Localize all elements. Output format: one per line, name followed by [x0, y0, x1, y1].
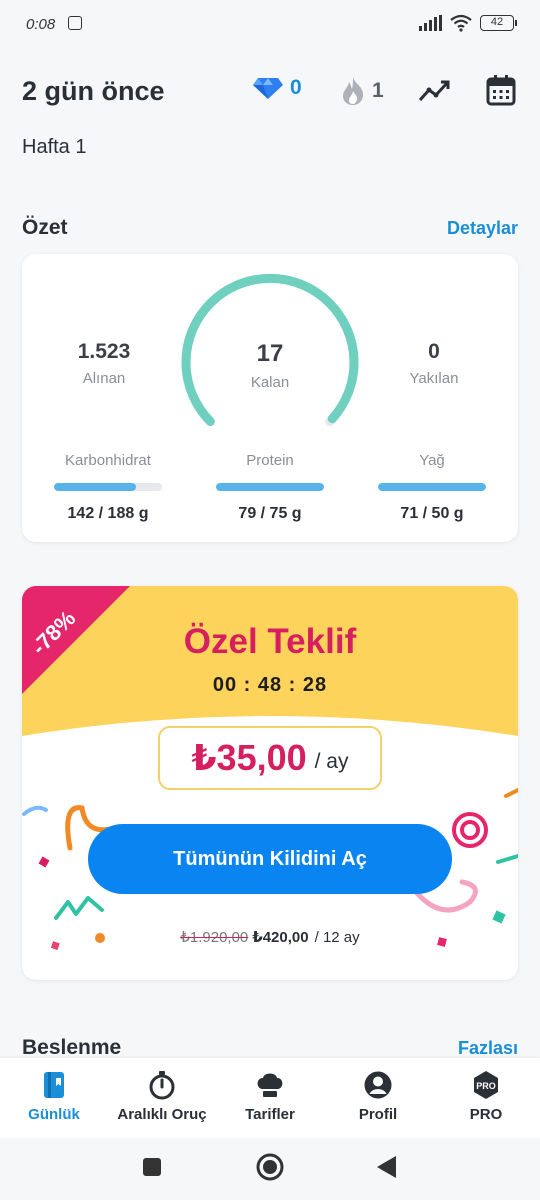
macro-label: Karbonhidrat: [65, 452, 151, 469]
status-time: 0:08: [26, 16, 56, 33]
flame-icon: [343, 77, 364, 105]
burned-value: 0: [428, 340, 440, 363]
macro-bar: [216, 483, 324, 491]
tab-recipes[interactable]: Tarifler: [216, 1070, 324, 1123]
stopwatch-icon: [149, 1071, 175, 1100]
svg-text:PRO: PRO: [476, 1081, 496, 1091]
yearly-period: / 12 ay: [314, 929, 360, 946]
bottom-tab-bar: Günlük Aralıklı Oruç Tarifler Profil PRO…: [0, 1058, 540, 1138]
eaten-stat: 1.523 Alınan: [44, 340, 164, 387]
macro-label: Protein: [246, 452, 294, 469]
macro-value: 79 / 75 g: [238, 505, 302, 522]
page-title: 2 gün önce: [22, 76, 165, 106]
status-icons: 42: [419, 14, 517, 32]
streak-counter[interactable]: 1: [340, 76, 384, 106]
recents-button[interactable]: [142, 1157, 162, 1177]
eaten-value: 1.523: [77, 340, 131, 363]
journal-icon: [44, 1072, 64, 1098]
notification-icon: [68, 16, 82, 30]
tab-label: Profil: [358, 1106, 398, 1123]
burned-stat: 0 Yakılan: [374, 340, 494, 387]
macro-protein: Protein 79 / 75 g: [216, 452, 324, 523]
gems-count: 0: [290, 76, 302, 99]
macro-bar-fill: [216, 483, 324, 491]
macro-carbs: Karbonhidrat 142 / 188 g: [54, 452, 162, 523]
tab-fasting[interactable]: Aralıklı Oruç: [108, 1070, 216, 1123]
price-period: / ay: [314, 750, 349, 773]
tab-pro[interactable]: PRO PRO: [432, 1070, 540, 1123]
more-link[interactable]: Fazlası: [458, 1038, 518, 1059]
macro-bar: [54, 483, 162, 491]
tab-label: Tarifler: [245, 1106, 295, 1123]
battery-icon: 42: [480, 15, 517, 31]
summary-card[interactable]: 1.523 Alınan 17 Kalan 0 Yakılan Karbonhi…: [22, 254, 518, 542]
back-button[interactable]: [376, 1155, 398, 1179]
burned-label: Yakılan: [409, 370, 459, 387]
tab-label: Aralıklı Oruç: [117, 1106, 207, 1123]
tab-label: Günlük: [28, 1106, 80, 1123]
calendar-icon[interactable]: [486, 74, 516, 106]
macro-value: 142 / 188 g: [67, 505, 149, 522]
trend-chart-icon[interactable]: [418, 78, 452, 104]
wifi-icon: [450, 14, 472, 32]
macro-value: 71 / 50 g: [400, 505, 464, 522]
tab-label: PRO: [469, 1106, 503, 1123]
offer-timer: 00 : 48 : 28: [212, 674, 328, 696]
remaining-label: Kalan: [250, 374, 290, 391]
macro-label: Yağ: [419, 452, 445, 469]
header: 2 gün önce 0 1: [22, 70, 518, 114]
diamond-icon: [253, 78, 283, 99]
remaining-stat: 17 Kalan: [210, 340, 330, 391]
streak-count: 1: [372, 79, 384, 102]
gems-counter[interactable]: 0: [252, 76, 302, 100]
monthly-price: ₺35,00: [191, 737, 307, 778]
signal-icon: [419, 15, 442, 31]
details-link[interactable]: Detaylar: [447, 218, 518, 239]
new-yearly-price: ₺420,00: [252, 929, 309, 946]
chef-hat-icon: [257, 1073, 283, 1097]
unlock-all-button[interactable]: Tümünün Kilidini Aç: [88, 824, 452, 894]
remaining-value: 17: [256, 340, 284, 367]
macro-bar-fill: [54, 483, 137, 491]
nutrition-title: Beslenme: [22, 1036, 122, 1059]
old-yearly-price: ₺1.920,00: [180, 929, 249, 946]
macro-fat: Yağ 71 / 50 g: [378, 452, 486, 523]
macro-bar-fill: [378, 483, 486, 491]
system-nav-bar: [0, 1138, 540, 1200]
special-offer-card: -78% Özel Teklif 00 : 48 : 28 ₺35,00 / a…: [22, 586, 518, 980]
eaten-label: Alınan: [82, 370, 126, 387]
week-label: Hafta 1: [22, 136, 87, 158]
summary-title: Özet: [22, 216, 68, 239]
home-button[interactable]: [256, 1153, 284, 1181]
price-box: ₺35,00 / ay: [158, 726, 382, 790]
status-bar: 0:08 42: [0, 0, 540, 50]
tab-daily[interactable]: Günlük: [0, 1070, 108, 1123]
offer-title: Özel Teklif: [183, 622, 357, 661]
tab-profile[interactable]: Profil: [324, 1070, 432, 1123]
profile-icon: [364, 1071, 392, 1099]
yearly-price-line: ₺1.920,00 ₺420,00 / 12 ay: [22, 928, 518, 946]
macro-bar: [378, 483, 486, 491]
pro-badge-icon: PRO: [474, 1071, 498, 1099]
